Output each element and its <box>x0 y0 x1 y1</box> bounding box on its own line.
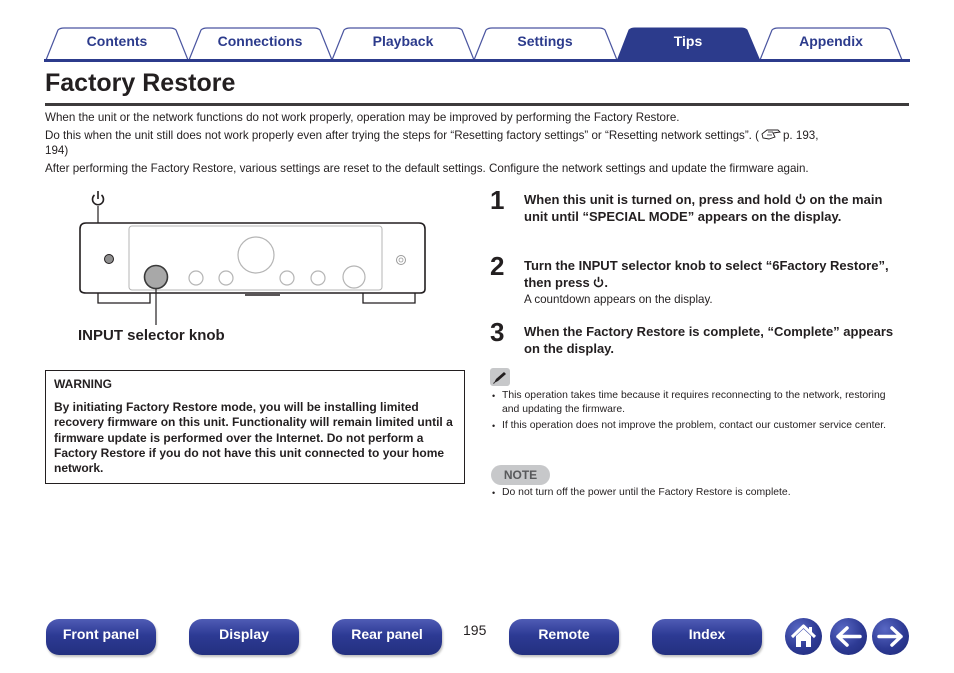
home-button[interactable] <box>785 618 822 655</box>
warning-title: WARNING <box>54 377 112 391</box>
intro-paragraph-3: After performing the Factory Restore, va… <box>45 162 809 175</box>
tab-appendix[interactable]: Appendix <box>771 33 891 49</box>
step-number: 2 <box>490 251 505 281</box>
tab-bar: Contents Connections Playback Settings T… <box>44 26 910 62</box>
forward-arrow-icon <box>877 626 903 647</box>
note-badge: NOTE <box>491 465 550 485</box>
input-selector-knob-label: INPUT selector knob <box>78 327 225 344</box>
back-arrow-icon <box>836 626 862 647</box>
memo-bullet: If this operation does not improve the p… <box>492 419 892 433</box>
step-text-part: . <box>604 275 608 290</box>
unit-body <box>79 222 426 294</box>
page-title: Factory Restore <box>45 69 236 97</box>
index-button[interactable]: Index <box>652 619 762 655</box>
tab-playback[interactable]: Playback <box>343 33 463 49</box>
step-number: 3 <box>490 317 505 347</box>
step-text: When the Factory Restore is complete, “C… <box>524 324 894 356</box>
rear-panel-button[interactable]: Rear panel <box>332 619 442 655</box>
page-number: 195 <box>463 622 487 638</box>
intro-paragraph-1: When the unit or the network functions d… <box>45 111 680 124</box>
front-panel-diagram <box>79 191 426 325</box>
tab-baseline <box>44 59 910 62</box>
foot-right <box>362 293 416 304</box>
tab-settings[interactable]: Settings <box>485 33 605 49</box>
input-selector-knob-diagram <box>143 264 169 290</box>
display-button[interactable]: Display <box>189 619 299 655</box>
warning-box: WARNING By initiating Factory Restore mo… <box>45 370 465 484</box>
pencil-icon <box>490 368 510 386</box>
tab-connections[interactable]: Connections <box>200 33 320 49</box>
page-reference-icon <box>761 129 781 140</box>
power-button-diagram <box>104 254 114 264</box>
power-icon <box>91 191 105 206</box>
note-list: Do not turn off the power until the Fact… <box>492 486 892 502</box>
step-text: When this unit is turned on, press and h… <box>524 191 899 225</box>
foot-left <box>97 293 151 304</box>
step-number: 1 <box>490 185 505 215</box>
tab-tips[interactable]: Tips <box>628 33 748 49</box>
intro-paragraph-2-text: Do this when the unit still does not wor… <box>45 129 759 142</box>
title-divider <box>45 103 909 106</box>
step-text-part: When this unit is turned on, press and h… <box>524 192 795 207</box>
power-icon <box>594 276 604 288</box>
warning-body: By initiating Factory Restore mode, you … <box>54 400 453 476</box>
step-text: Turn the INPUT selector knob to select “… <box>524 257 899 291</box>
front-panel-button[interactable]: Front panel <box>46 619 156 655</box>
memo-bullet: This operation takes time because it req… <box>492 389 892 417</box>
home-icon <box>790 624 817 647</box>
forward-button[interactable] <box>872 618 909 655</box>
memo-list: This operation takes time because it req… <box>492 389 892 435</box>
tab-contents[interactable]: Contents <box>57 33 177 49</box>
step-subtext: A countdown appears on the display. <box>524 293 713 306</box>
remote-button[interactable]: Remote <box>509 619 619 655</box>
note-bullet: Do not turn off the power until the Fact… <box>492 486 892 500</box>
step-text-part: Turn the INPUT selector knob to select “… <box>524 258 889 290</box>
back-button[interactable] <box>830 618 867 655</box>
reference-link-pages[interactable]: p. 193, <box>783 129 818 142</box>
power-icon <box>795 193 806 205</box>
intro-paragraph-2-tail[interactable]: 194) <box>45 144 68 157</box>
intro-paragraph-2: Do this when the unit still does not wor… <box>45 128 905 158</box>
